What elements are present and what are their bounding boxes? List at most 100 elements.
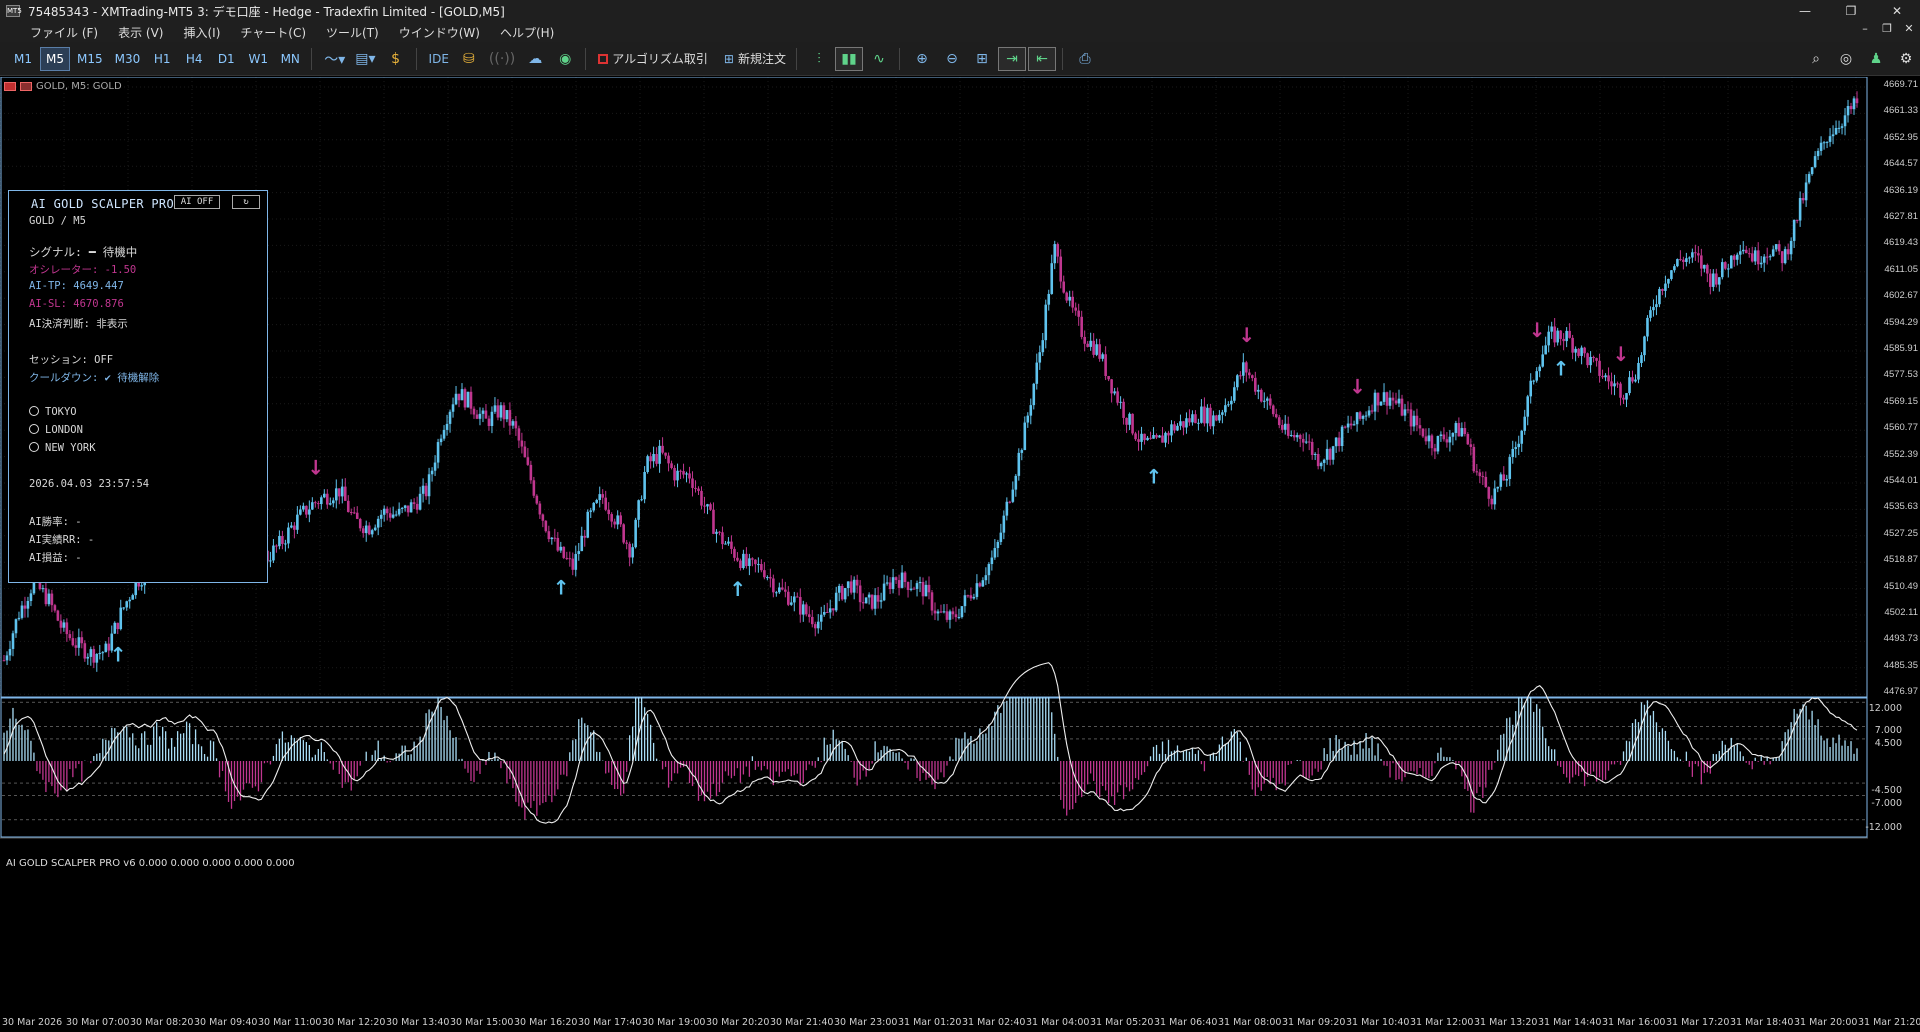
candle-body [104,643,108,653]
candle-body [1242,362,1245,376]
candle-body [951,611,955,615]
timeframe-m15[interactable]: M15 [72,47,108,71]
restore-icon[interactable]: ❐ [1828,0,1874,22]
search-icon[interactable]: ⌕ [1802,47,1830,71]
tile-windows-icon[interactable]: ⊞ [968,47,996,71]
candle-body [1409,409,1413,427]
timeframe-m1[interactable]: M1 [8,47,38,71]
line-chart-icon[interactable]: ∿ [865,47,893,71]
refresh-button[interactable]: ↻ [232,195,260,209]
timeframe-m30[interactable]: M30 [110,47,146,71]
bar-chart-icon[interactable]: ⫶ [805,47,833,71]
menu-file[interactable]: ファイル (F) [20,24,108,41]
candle-body [296,514,299,530]
candle-body [511,421,515,426]
chart-flag-icon [4,81,16,91]
candle-body [1634,379,1637,382]
account-icon[interactable]: ◎ [1832,47,1860,71]
candle-body [1732,255,1736,260]
candle-body [424,485,428,497]
candle-body [1089,340,1092,347]
chart-shift-icon[interactable]: ⇤ [1027,46,1056,71]
separator [898,47,900,70]
candle-body [1230,400,1233,405]
candle-body [140,585,144,587]
candle-body [718,531,721,533]
price-tick-label: 4619.43 [1883,237,1918,249]
autoscroll-icon[interactable]: ⇥ [997,46,1026,71]
price-tick-label: 4510.49 [1883,580,1918,592]
indicator-list-icon[interactable]: 〜▾ [320,47,349,71]
time-tick-label: 30 Mar 23:00 [834,1017,898,1028]
timeframe-d1[interactable]: D1 [211,47,241,71]
candle-body [1577,348,1580,356]
menu-window[interactable]: ウインドウ(W) [389,24,490,41]
candle-body [828,608,832,613]
candle-body [101,652,105,654]
candle-chart-icon[interactable]: ▮▮ [834,46,863,71]
timeframe-w1[interactable]: W1 [243,47,273,71]
mdi-close-icon[interactable]: ✕ [1898,22,1920,35]
candle-body [634,519,637,548]
candle-body [1295,435,1299,438]
candle-body [918,581,922,584]
price-chart[interactable]: ↑↑↑↑↑↑↓↓↓↓↓↓ [0,77,1920,1032]
timeframe-mn[interactable]: MN [275,47,305,71]
candle-body [1706,264,1709,274]
oscillator-name: AI GOLD SCALPER PRO v6 0.000 0.000 0.000… [6,858,295,869]
close-icon[interactable]: ✕ [1874,0,1920,22]
new-order-button[interactable]: ⊞ 新規注文 [720,47,790,71]
menu-help[interactable]: ヘルプ(H) [490,24,564,41]
time-tick-label: 31 Mar 06:40 [1154,1017,1218,1028]
menu-chart[interactable]: チャート(C) [230,24,316,41]
ai-toggle-button[interactable]: AI OFF [174,195,220,209]
candle-body [933,610,937,614]
candle-body [1649,310,1652,318]
new-order-icon: ⊞ [723,51,734,66]
chart-window[interactable]: ↑↑↑↑↑↑↓↓↓↓↓↓ GOLD, M5: GOLD AI GOLD SCAL… [0,77,1920,1032]
timeframe-h1[interactable]: H1 [147,47,177,71]
candle-body [1729,255,1733,269]
signal-icon[interactable]: ((·)) [485,47,519,71]
candle-body [1020,450,1024,453]
mdi-minimize-icon[interactable]: – [1854,22,1876,35]
candle-body [346,500,350,513]
timeframe-h4[interactable]: H4 [179,47,209,71]
dollar-icon[interactable]: $ [382,47,410,71]
menu-tools[interactable]: ツール(T) [316,24,389,41]
candle-body [1170,424,1173,436]
candle-body [1709,273,1712,287]
panel-ai-close: AI決済判断: 非表示 [29,318,128,330]
ai-scalper-panel: AI GOLD SCALPER PRO AI OFF ↻ GOLD / M5 シ… [8,190,268,583]
zoom-in-icon[interactable]: ⊕ [908,47,936,71]
mdi-restore-icon[interactable]: ❐ [1876,22,1898,35]
chart-type-icon[interactable]: ▤▾ [351,47,379,71]
candle-body [556,537,560,551]
candle-body [487,418,491,426]
zoom-out-icon[interactable]: ⊖ [938,47,966,71]
algo-trading-button[interactable]: アルゴリズム取引 [594,47,712,71]
bag-icon[interactable]: ⛁ [455,47,483,71]
menu-insert[interactable]: 挿入(I) [173,24,230,41]
buy-arrow-icon: ↑ [553,575,570,599]
candle-body [757,564,760,566]
user-icon[interactable]: ♟ [1862,47,1890,71]
timeframe-m5[interactable]: M5 [40,46,70,71]
candle-body [1218,414,1221,421]
candle-body [909,588,913,590]
menu-view[interactable]: 表示 (V) [108,24,173,41]
candle-body [1457,423,1461,437]
settings-icon[interactable]: ⚙ [1892,47,1920,71]
vps-icon[interactable]: ◉ [551,47,579,71]
candle-body [490,411,494,426]
candle-body [290,525,293,528]
time-tick-label: 30 Mar 17:40 [578,1017,642,1028]
candle-body [646,456,649,473]
screenshot-icon[interactable]: ⎙ [1071,47,1099,71]
cloud-icon[interactable]: ☁ [521,47,549,71]
candle-body [1125,417,1128,425]
candle-body [451,404,455,412]
candle-body [954,614,958,618]
minimize-icon[interactable]: — [1782,0,1828,22]
ide-button[interactable]: IDE [425,47,453,71]
